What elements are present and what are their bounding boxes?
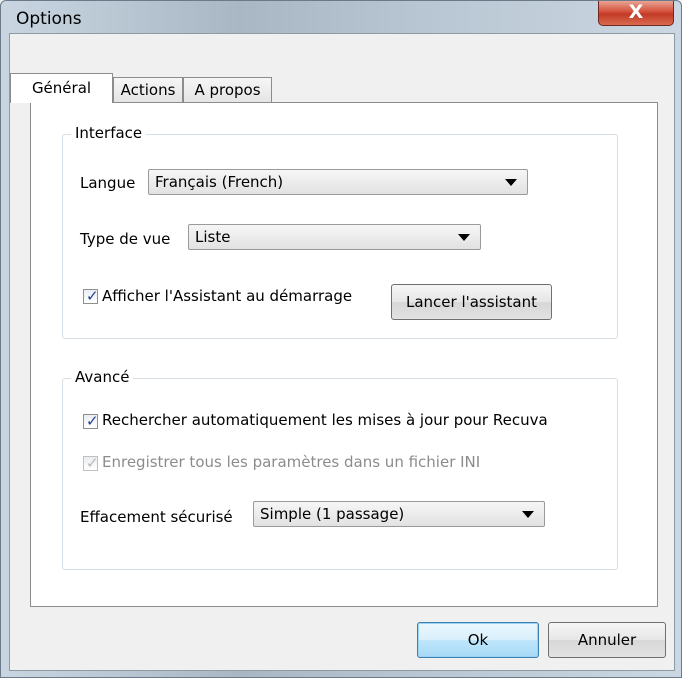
advanced-group: Avancé <box>62 368 618 570</box>
secure-delete-label: Effacement sécurisé <box>80 508 233 526</box>
language-label: Langue <box>80 174 136 192</box>
show-wizard-label: Afficher l'Assistant au démarrage <box>102 287 353 305</box>
chevron-down-icon <box>505 179 517 186</box>
cancel-label: Annuler <box>577 631 637 649</box>
tab-general[interactable]: Général <box>10 73 113 103</box>
secure-delete-value: Simple (1 passage) <box>260 505 405 523</box>
launch-wizard-label: Lancer l'assistant <box>405 293 538 311</box>
view-type-label: Type de vue <box>80 230 171 248</box>
chevron-down-icon <box>522 511 534 518</box>
close-button[interactable]: X <box>598 1 674 26</box>
general-tab-panel: Interface Langue Français (French) Type … <box>30 102 658 607</box>
auto-update-checkbox[interactable]: ✓ <box>83 412 99 430</box>
close-icon: X <box>628 1 644 23</box>
tab-about-label: A propos <box>194 81 261 99</box>
ini-file-checkbox: ✓ <box>83 454 99 472</box>
ini-file-label: Enregistrer tous les paramètres dans un … <box>102 453 481 471</box>
secure-delete-select[interactable]: Simple (1 passage) <box>253 501 545 527</box>
cancel-button[interactable]: Annuler <box>548 622 666 658</box>
chevron-down-icon <box>458 234 470 241</box>
ok-button[interactable]: Ok <box>417 622 539 658</box>
view-type-select[interactable]: Liste <box>188 224 481 250</box>
language-select[interactable]: Français (French) <box>148 169 528 195</box>
ok-label: Ok <box>467 631 489 649</box>
tab-general-label: Général <box>31 79 92 97</box>
auto-update-label: Rechercher automatiquement les mises à j… <box>102 411 548 429</box>
checkmark-icon: ✓ <box>86 412 99 430</box>
view-type-value: Liste <box>195 228 231 246</box>
checkmark-icon: ✓ <box>86 454 99 472</box>
show-wizard-checkbox[interactable]: ✓ <box>83 287 99 305</box>
interface-group-title: Interface <box>71 124 147 142</box>
window-title: Options <box>16 9 82 29</box>
advanced-group-title: Avancé <box>71 368 134 386</box>
tab-actions-label: Actions <box>120 81 176 99</box>
tab-actions[interactable]: Actions <box>113 77 183 103</box>
launch-wizard-button[interactable]: Lancer l'assistant <box>391 284 552 320</box>
tab-about[interactable]: A propos <box>183 77 272 103</box>
title-bar[interactable]: Options X <box>1 1 681 35</box>
language-value: Français (French) <box>155 173 284 191</box>
checkmark-icon: ✓ <box>86 287 99 305</box>
